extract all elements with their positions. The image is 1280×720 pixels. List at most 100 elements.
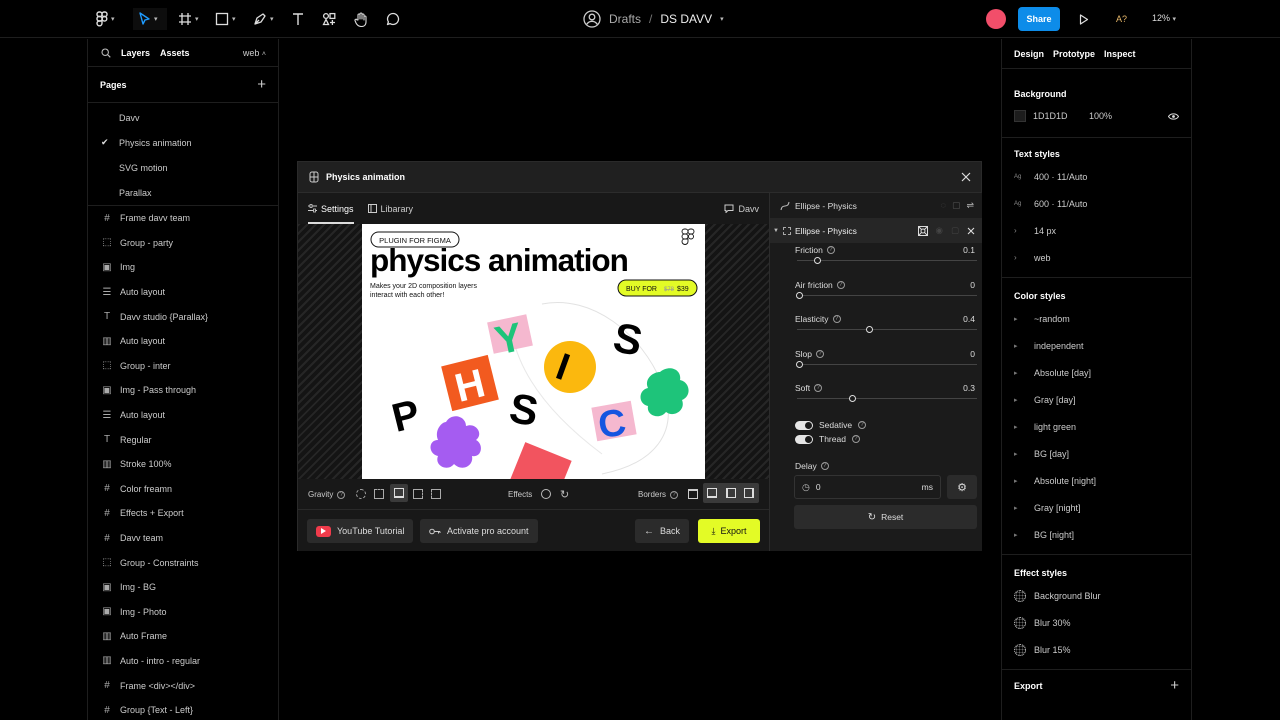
shape-tool-button[interactable]: ▾ [215,8,236,30]
gravity-bottom-button[interactable] [390,484,408,502]
layer-row[interactable]: ☰ Auto layout [88,403,278,428]
borders-right-icon[interactable] [744,488,754,498]
drafts-link[interactable]: Drafts [609,12,641,26]
sedative-toggle[interactable] [795,420,813,430]
youtube-tutorial-button[interactable]: YouTube Tutorial [307,519,414,543]
eye-icon[interactable]: ◉ [936,225,943,236]
thread-toggle-row[interactable]: Thread ? [795,434,860,444]
page-item[interactable]: Parallax [88,180,278,205]
text-tool-button[interactable] [291,8,305,30]
color-style-item[interactable]: ▸ ~random [1002,305,1191,332]
prop-value[interactable]: 0.4 [963,314,975,324]
thread-toggle[interactable] [795,434,813,444]
slider-knob[interactable] [796,360,803,368]
gravity-none-icon[interactable] [356,489,366,499]
resources-button[interactable] [322,8,336,30]
slider-knob[interactable] [814,257,821,264]
layer-row[interactable]: # Effects + Export [88,501,278,526]
zoom-control[interactable]: 12% ▾ [1152,13,1176,23]
background-row[interactable]: 1D1D1D 100% [1002,99,1191,133]
gravity-top-icon[interactable] [374,489,384,499]
text-style-item[interactable]: › web [1002,244,1191,271]
layer-row[interactable]: ▥ Auto - intro - regular [88,649,278,674]
prop-value[interactable]: 0.3 [963,383,975,393]
comment-tool-button[interactable] [386,8,400,30]
layer-row[interactable]: ☰ Auto layout [88,280,278,305]
search-icon[interactable] [101,47,111,58]
layer-row[interactable]: # Davv team [88,526,278,551]
layer-row[interactable]: ⬚ Group - inter [88,354,278,379]
prop-value[interactable]: 0.1 [963,245,975,255]
color-style-item[interactable]: ▸ independent [1002,332,1191,359]
tab-settings[interactable]: Settings [308,193,354,224]
selected-layer-row[interactable]: ▼ Ellipse - Physics ◉ ▢ [770,218,982,243]
page-item[interactable]: SVG motion [88,155,278,180]
layer-row[interactable]: # Frame davv team [88,206,278,231]
frame-tool-button[interactable]: ▾ [178,8,199,30]
eye-icon[interactable] [1168,112,1179,120]
color-style-item[interactable]: ▸ BG [day] [1002,440,1191,467]
sedative-toggle-row[interactable]: Sedative ? [795,420,867,430]
davv-link[interactable]: Davv [724,204,759,214]
prop-value[interactable]: 0 [970,349,975,359]
prop-slider[interactable] [796,360,977,368]
layer-row[interactable]: T Davv studio {Parallax} [88,304,278,329]
page-item[interactable]: Davv [88,105,278,130]
layer-row[interactable]: # Frame <div></div> [88,673,278,698]
slider-knob[interactable] [866,326,873,333]
prop-slider[interactable] [796,291,977,299]
slider-knob[interactable] [849,395,856,402]
pen-tool-button[interactable]: ▾ [253,8,274,30]
tab-design[interactable]: Design [1014,49,1044,59]
layer-row[interactable]: ⬚ Group - Constraints [88,550,278,575]
gravity-left-icon[interactable] [413,489,423,499]
layer-row[interactable]: ▣ Img - BG [88,575,278,600]
color-style-item[interactable]: ▸ Gray [day] [1002,386,1191,413]
close-dialog-button[interactable] [961,172,971,182]
page-selector[interactable]: web ˄ [243,48,266,58]
activate-pro-button[interactable]: Activate pro account [420,519,538,543]
prop-slider[interactable] [797,326,977,333]
lock-icon[interactable]: ▢ [952,200,961,211]
physics-body-icon[interactable] [917,225,928,236]
gravity-right-icon[interactable] [431,489,441,499]
refresh-effect-icon[interactable]: ↻ [560,488,569,501]
lock-icon[interactable]: ▢ [951,225,959,236]
delay-input[interactable]: ◷ 0 ms [794,475,941,499]
effect-style-item[interactable]: Blur 15% [1002,636,1191,663]
color-style-item[interactable]: ▸ Absolute [day] [1002,359,1191,386]
add-export-button[interactable]: + [1170,677,1179,694]
main-menu-button[interactable]: ▾ [96,8,115,30]
borders-left-icon[interactable] [726,488,736,498]
text-style-item[interactable]: › 14 px [1002,217,1191,244]
effect-style-item[interactable]: Blur 30% [1002,609,1191,636]
present-button[interactable] [1079,8,1089,30]
text-style-item[interactable]: Ag 400 · 11/Auto [1002,163,1191,190]
hand-tool-button[interactable] [354,8,368,30]
close-icon[interactable] [967,227,975,235]
background-color[interactable]: 1D1D1D [1033,111,1089,121]
add-page-button[interactable]: + [257,76,266,93]
borders-bottom-icon[interactable] [707,488,717,498]
layer-row[interactable]: ▥ Auto layout [88,329,278,354]
prop-slider[interactable] [797,395,977,402]
layer-row[interactable]: ▣ Img - Photo [88,600,278,625]
layer-row[interactable]: ▣ Img - Pass through [88,378,278,403]
layer-row[interactable]: # Color freamn [88,477,278,502]
color-style-item[interactable]: ▸ Absolute [night] [1002,467,1191,494]
file-name[interactable]: DS DAVV [660,12,712,26]
back-button[interactable]: ← Back [635,519,690,543]
color-style-item[interactable]: ▸ light green [1002,413,1191,440]
bell-icon[interactable]: ◌ [941,200,946,211]
effect-style-item[interactable]: Background Blur [1002,582,1191,609]
move-tool-button[interactable]: ▾ [133,8,167,30]
slider-knob[interactable] [796,291,803,299]
tab-layers[interactable]: Layers [121,48,150,58]
file-title[interactable]: Drafts / DS DAVV ▾ [583,9,724,29]
background-opacity[interactable]: 100% [1089,111,1112,121]
tab-prototype[interactable]: Prototype [1053,49,1095,59]
color-style-item[interactable]: ▸ BG [night] [1002,521,1191,548]
delay-settings-button[interactable]: ⚙ [947,475,977,499]
color-style-item[interactable]: ▸ Gray [night] [1002,494,1191,521]
avatar[interactable] [986,9,1006,29]
